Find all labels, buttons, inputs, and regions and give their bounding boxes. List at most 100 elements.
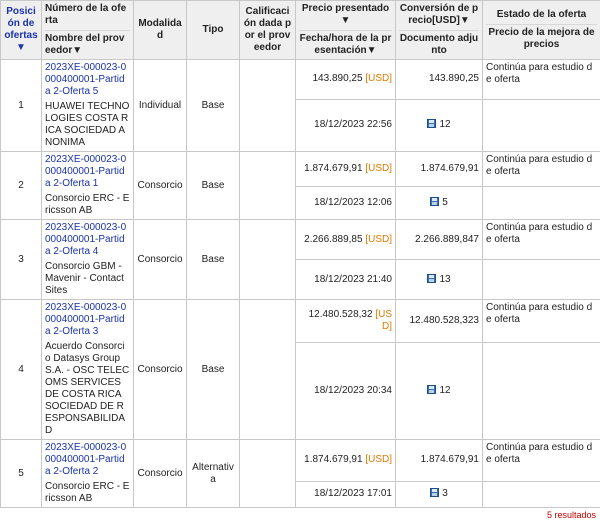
col-header-rating: Calificación dada por el proveedor <box>240 1 296 60</box>
price-value: 2.266.889,85 <box>304 234 362 245</box>
row-conversion: 1.874.679,91 <box>396 152 483 187</box>
row-best-price <box>483 260 600 300</box>
row-rating <box>240 220 296 300</box>
col-header-offer-number: Número de la oferta <box>45 3 130 27</box>
row-documents[interactable]: 5 <box>396 187 483 220</box>
col-header-datetime-sort[interactable]: Fecha/hora de la presentación▼ <box>299 30 392 57</box>
row-type: Base <box>187 300 240 440</box>
supplier-name: Acuerdo Consorcio Datasys Group S.A. - O… <box>45 341 130 437</box>
row-modality: Individual <box>134 60 187 152</box>
supplier-name: HUAWEI TECHNOLOGIES COSTA RICA SOCIEDAD … <box>45 101 130 149</box>
table-row: 52023XE-000023-0000400001-Partida 2-Ofer… <box>1 440 600 482</box>
row-conversion: 1.874.679,91 <box>396 440 483 482</box>
row-documents[interactable]: 13 <box>396 260 483 300</box>
offer-cell: 2023XE-000023-0000400001-Partida 2-Ofert… <box>42 220 134 300</box>
row-status: Continúa para estudio de oferta <box>483 152 600 187</box>
row-type: Alternativa <box>187 440 240 508</box>
row-position: 3 <box>1 220 42 300</box>
row-best-price <box>483 343 600 440</box>
row-rating <box>240 152 296 220</box>
row-conversion: 143.890,25 <box>396 60 483 100</box>
row-datetime: 18/12/2023 21:40 <box>296 260 396 300</box>
row-documents[interactable]: 3 <box>396 481 483 507</box>
row-best-price <box>483 187 600 220</box>
row-modality: Consorcio <box>134 220 187 300</box>
offer-id-link[interactable]: 2023XE-000023-0000400001-Partida 2-Ofert… <box>45 442 126 477</box>
col-header-position[interactable]: Posición de ofertas▼ <box>1 1 42 60</box>
row-datetime: 18/12/2023 22:56 <box>296 99 396 151</box>
row-datetime: 18/12/2023 12:06 <box>296 187 396 220</box>
currency-label: [USD] <box>365 454 392 465</box>
price-value: 1.874.679,91 <box>304 163 362 174</box>
document-count: 12 <box>439 385 450 396</box>
row-datetime: 18/12/2023 17:01 <box>296 481 396 507</box>
col-header-conversion-sort[interactable]: Conversión de precio[USD]▼ <box>399 3 479 27</box>
row-status: Continúa para estudio de oferta <box>483 440 600 482</box>
row-conversion: 12.480.528,323 <box>396 300 483 343</box>
row-type: Base <box>187 60 240 152</box>
col-header-offer-status: Estado de la oferta <box>486 9 597 21</box>
document-count: 12 <box>439 119 450 130</box>
document-count: 3 <box>442 488 448 499</box>
row-best-price <box>483 99 600 151</box>
currency-label: [USD] <box>365 73 392 84</box>
row-documents[interactable]: 12 <box>396 99 483 151</box>
offer-cell: 2023XE-000023-0000400001-Partida 2-Ofert… <box>42 152 134 220</box>
table-body: 12023XE-000023-0000400001-Partida 2-Ofer… <box>1 60 600 508</box>
price-value: 12.480.528,32 <box>309 309 373 320</box>
offer-id-link[interactable]: 2023XE-000023-0000400001-Partida 2-Ofert… <box>45 222 126 257</box>
row-modality: Consorcio <box>134 300 187 440</box>
row-modality: Consorcio <box>134 152 187 220</box>
save-disk-icon[interactable] <box>430 488 439 497</box>
price-value: 143.890,25 <box>312 73 362 84</box>
currency-label: [USD] <box>365 234 392 245</box>
supplier-name: Consorcio GBM - Mavenir - Contact Sites <box>45 261 130 297</box>
offer-id-link[interactable]: 2023XE-000023-0000400001-Partida 2-Ofert… <box>45 302 126 337</box>
row-type: Base <box>187 220 240 300</box>
col-header-type: Tipo <box>187 1 240 60</box>
row-type: Base <box>187 152 240 220</box>
col-header-modality: Modalidad <box>134 1 187 60</box>
supplier-name: Consorcio ERC - Ericsson AB <box>45 481 130 505</box>
currency-label: [USD] <box>375 309 392 332</box>
row-rating <box>240 60 296 152</box>
row-modality: Consorcio <box>134 440 187 508</box>
row-position: 1 <box>1 60 42 152</box>
save-disk-icon[interactable] <box>427 385 436 394</box>
supplier-name: Consorcio ERC - Ericsson AB <box>45 193 130 217</box>
row-conversion: 2.266.889,847 <box>396 220 483 260</box>
row-rating <box>240 300 296 440</box>
save-disk-icon[interactable] <box>430 197 439 206</box>
offers-table: Posición de ofertas▼ Número de la oferta… <box>0 0 600 508</box>
col-header-conversion: Conversión de precio[USD]▼ Documento adj… <box>396 1 483 60</box>
offer-cell: 2023XE-000023-0000400001-Partida 2-Ofert… <box>42 440 134 508</box>
col-header-attached-doc: Documento adjunto <box>399 30 479 57</box>
row-price: 143.890,25 [USD] <box>296 60 396 100</box>
row-position: 5 <box>1 440 42 508</box>
save-disk-icon[interactable] <box>427 119 436 128</box>
offer-cell: 2023XE-000023-0000400001-Partida 2-Ofert… <box>42 300 134 440</box>
offer-id-link[interactable]: 2023XE-000023-0000400001-Partida 2-Ofert… <box>45 62 126 97</box>
table-row: 42023XE-000023-0000400001-Partida 2-Ofer… <box>1 300 600 343</box>
row-status: Continúa para estudio de oferta <box>483 60 600 100</box>
offer-cell: 2023XE-000023-0000400001-Partida 2-Ofert… <box>42 60 134 152</box>
row-price: 1.874.679,91 [USD] <box>296 440 396 482</box>
row-price: 12.480.528,32 [USD] <box>296 300 396 343</box>
document-count: 5 <box>442 197 448 208</box>
row-documents[interactable]: 12 <box>396 343 483 440</box>
col-header-price-sort[interactable]: Precio presentado▼ <box>299 3 392 27</box>
table-row: 32023XE-000023-0000400001-Partida 2-Ofer… <box>1 220 600 260</box>
save-disk-icon[interactable] <box>427 274 436 283</box>
col-header-price: Precio presentado▼ Fecha/hora de la pres… <box>296 1 396 60</box>
row-status: Continúa para estudio de oferta <box>483 220 600 260</box>
row-status: Continúa para estudio de oferta <box>483 300 600 343</box>
row-position: 4 <box>1 300 42 440</box>
table-header-row: Posición de ofertas▼ Número de la oferta… <box>1 1 600 60</box>
offer-id-link[interactable]: 2023XE-000023-0000400001-Partida 2-Ofert… <box>45 154 126 189</box>
row-datetime: 18/12/2023 20:34 <box>296 343 396 440</box>
col-header-best-price: Precio de la mejora de precios <box>486 24 597 51</box>
row-best-price <box>483 481 600 507</box>
col-header-supplier-sort[interactable]: Nombre del proveedor▼ <box>45 30 130 57</box>
col-header-offer: Número de la oferta Nombre del proveedor… <box>42 1 134 60</box>
row-rating <box>240 440 296 508</box>
